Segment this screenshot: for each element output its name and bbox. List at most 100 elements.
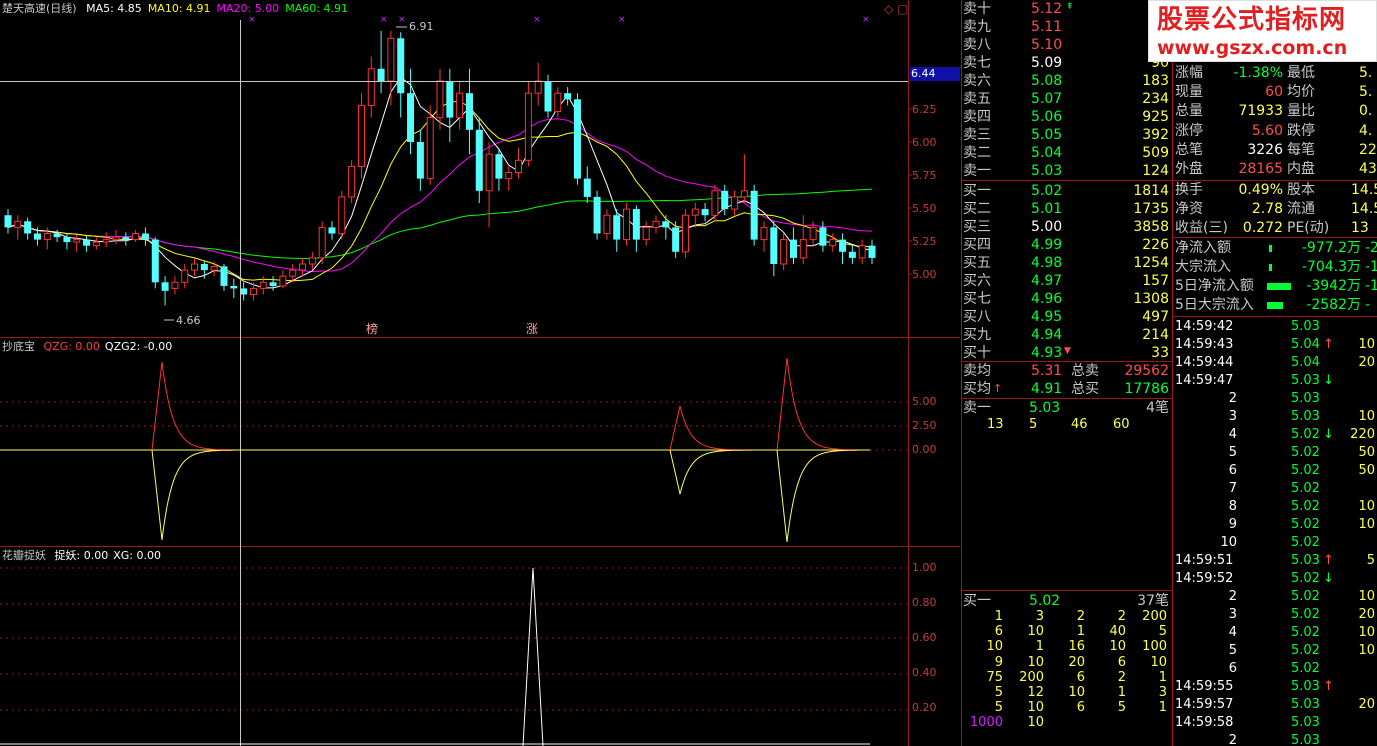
candle-up — [603, 214, 611, 234]
qzg2-line — [669, 449, 752, 495]
candle-down — [269, 282, 277, 286]
tick-volume: 10 — [1358, 499, 1375, 514]
tick-time: 14:59:58 — [1175, 715, 1234, 730]
buy_orders-row[interactable]: 买六 4.97 157 — [963, 272, 1172, 290]
event-marker: × — [862, 15, 870, 25]
tick-volume: 5 — [1366, 553, 1375, 568]
candle-up — [318, 226, 326, 259]
sell_orders-row[interactable]: 卖二 5.04 509 — [963, 144, 1172, 162]
indicator2-header: 花瓣捉妖 捉妖: 0.00 XG: 0.00 — [2, 549, 161, 563]
sell_orders-row[interactable]: 卖八5.103 — [963, 36, 1172, 54]
candle-up — [534, 80, 542, 94]
tick-row: 3 5.02 20 — [1175, 606, 1377, 624]
candle-down — [24, 221, 32, 234]
flow-extra: -1 — [1365, 278, 1377, 294]
candle-up — [249, 287, 257, 295]
sell_orders-row[interactable]: 卖四 5.06 925 — [963, 108, 1172, 126]
stat-label: 均价 — [1287, 84, 1315, 101]
order-price: 5.07 — [1031, 91, 1063, 107]
candle-up — [43, 233, 51, 241]
buy_orders-row[interactable]: 买九 4.94 214 — [963, 326, 1172, 344]
candle-up — [279, 275, 287, 287]
tick-row: 14:59:42 5.03 — [1175, 318, 1377, 336]
chart-canvas[interactable]: × × × × × × — [0, 0, 960, 746]
queue-volume: 6 — [994, 624, 1003, 640]
indicator1-name: 抄底宝 — [2, 340, 35, 353]
window-toggle-icon[interactable]: ▢ — [897, 2, 908, 16]
chart-area[interactable]: × × × × × × 楚天高速(日线) MA5: 4.85 MA10: 4.91 MA20:… — [0, 0, 960, 746]
buy_orders-row[interactable]: 买七 4.96 1308 — [963, 290, 1172, 308]
flow-value: -2582万 — [1306, 297, 1361, 313]
fund-row: 收益(三) 0.272 PE(动) 13 — [1175, 219, 1377, 237]
order-price: 5.03 — [1031, 163, 1063, 179]
buy-queue-row: 5 12 10 1 3 — [963, 685, 1172, 700]
queue-volume: 1 — [1158, 669, 1167, 685]
order-label: 卖九 — [963, 19, 991, 35]
order-volume: 1814 — [1133, 183, 1169, 199]
flow-row: 净流入额 -977.2万 -2 — [1175, 239, 1377, 257]
order-label: 买四 — [963, 237, 991, 253]
zhaoyao-spike — [522, 567, 544, 746]
main-chart-header: 楚天高速(日线) MA5: 4.85 MA10: 4.91 MA20: 5.00 MA… — [2, 2, 348, 16]
stat-value: 28165 — [1238, 161, 1283, 177]
candle-down — [848, 251, 856, 258]
buy-queue-row: 1000 10 — [963, 715, 1172, 730]
sell_orders-row[interactable]: 卖三 5.05 392 — [963, 126, 1172, 144]
qzg2-line — [776, 449, 859, 543]
candle-down — [220, 266, 228, 286]
queue-volume: 1000 — [969, 715, 1003, 731]
sell-queue-header: 卖一 5.03 4笔 — [963, 400, 1169, 416]
queue-volume: 6 — [1076, 669, 1085, 685]
sell_orders-row[interactable]: 卖五 5.07 234 — [963, 90, 1172, 108]
buy_orders-row[interactable]: 买五 4.98 1254 — [963, 254, 1172, 272]
buy_orders-row[interactable]: 买一 5.02 1814 — [963, 182, 1172, 200]
candle-up — [387, 37, 395, 82]
candle-up — [681, 214, 689, 253]
candle-down — [446, 81, 454, 118]
buy_orders-row[interactable]: 买二 5.01 1735 — [963, 200, 1172, 218]
axis-tick: 5.75 — [912, 169, 937, 182]
flow-value: -977.2万 — [1301, 240, 1361, 256]
buy_orders-row[interactable]: 买三 5.00 3858 — [963, 218, 1172, 236]
candle-down — [397, 38, 405, 94]
tick-volume: 10 — [1358, 337, 1375, 352]
tick-row: 10 5.02 — [1175, 534, 1377, 552]
low-price-label: 4.66 — [176, 314, 201, 327]
candle-down — [377, 68, 385, 81]
tick-price: 5.03 — [1291, 679, 1320, 694]
axis-tick: 6.00 — [912, 136, 937, 149]
order-label: 卖六 — [963, 73, 991, 89]
order-volume: 1254 — [1133, 255, 1169, 271]
stat-row: 总笔 3226 每笔 22 — [1175, 141, 1377, 159]
candle-down — [53, 233, 61, 238]
tick-volume: 10 — [1358, 589, 1375, 604]
buy-queue-row: 75 200 6 2 1 — [963, 670, 1172, 685]
down-arrow-icon: ↓ — [1323, 373, 1334, 388]
buy_orders-row[interactable]: 买八 4.95 497 — [963, 308, 1172, 326]
buy_orders-row[interactable]: 买四 4.99 226 — [963, 236, 1172, 254]
sell_orders-row[interactable]: 卖七 5.09 90 — [963, 54, 1172, 72]
event-marker: × — [533, 15, 541, 25]
order-price: 5.02 — [1031, 183, 1063, 199]
candle-down — [839, 239, 847, 252]
diamond-icon[interactable]: ◇ — [884, 2, 893, 16]
tick-time: 6 — [1228, 661, 1237, 676]
candle-up — [299, 263, 307, 271]
fund-value: 14.5 — [1351, 201, 1377, 217]
high-price-label: 6.91 — [409, 20, 434, 33]
order-volume: 183 — [1142, 73, 1169, 89]
tick-price: 5.02 — [1291, 571, 1320, 586]
sell_orders-row[interactable]: 卖六 5.08 183 — [963, 72, 1172, 90]
tick-row: 14:59:43 5.04 ↑ 10 — [1175, 336, 1377, 354]
qzg-line — [151, 361, 234, 451]
candle-up — [171, 281, 179, 289]
tick-time: 10 — [1220, 535, 1237, 550]
sell_orders-row[interactable]: 卖一 5.03 124 — [963, 162, 1172, 180]
ma-label-3: MA60: 4.91 — [285, 2, 348, 15]
marker-bang: 榜 — [366, 322, 379, 336]
candle-down — [544, 81, 552, 112]
queue-volume: 16 — [1068, 639, 1085, 655]
candle-up — [14, 220, 22, 228]
candle-down — [161, 282, 169, 291]
sell_orders-row[interactable]: 卖九5.113 — [963, 18, 1172, 36]
